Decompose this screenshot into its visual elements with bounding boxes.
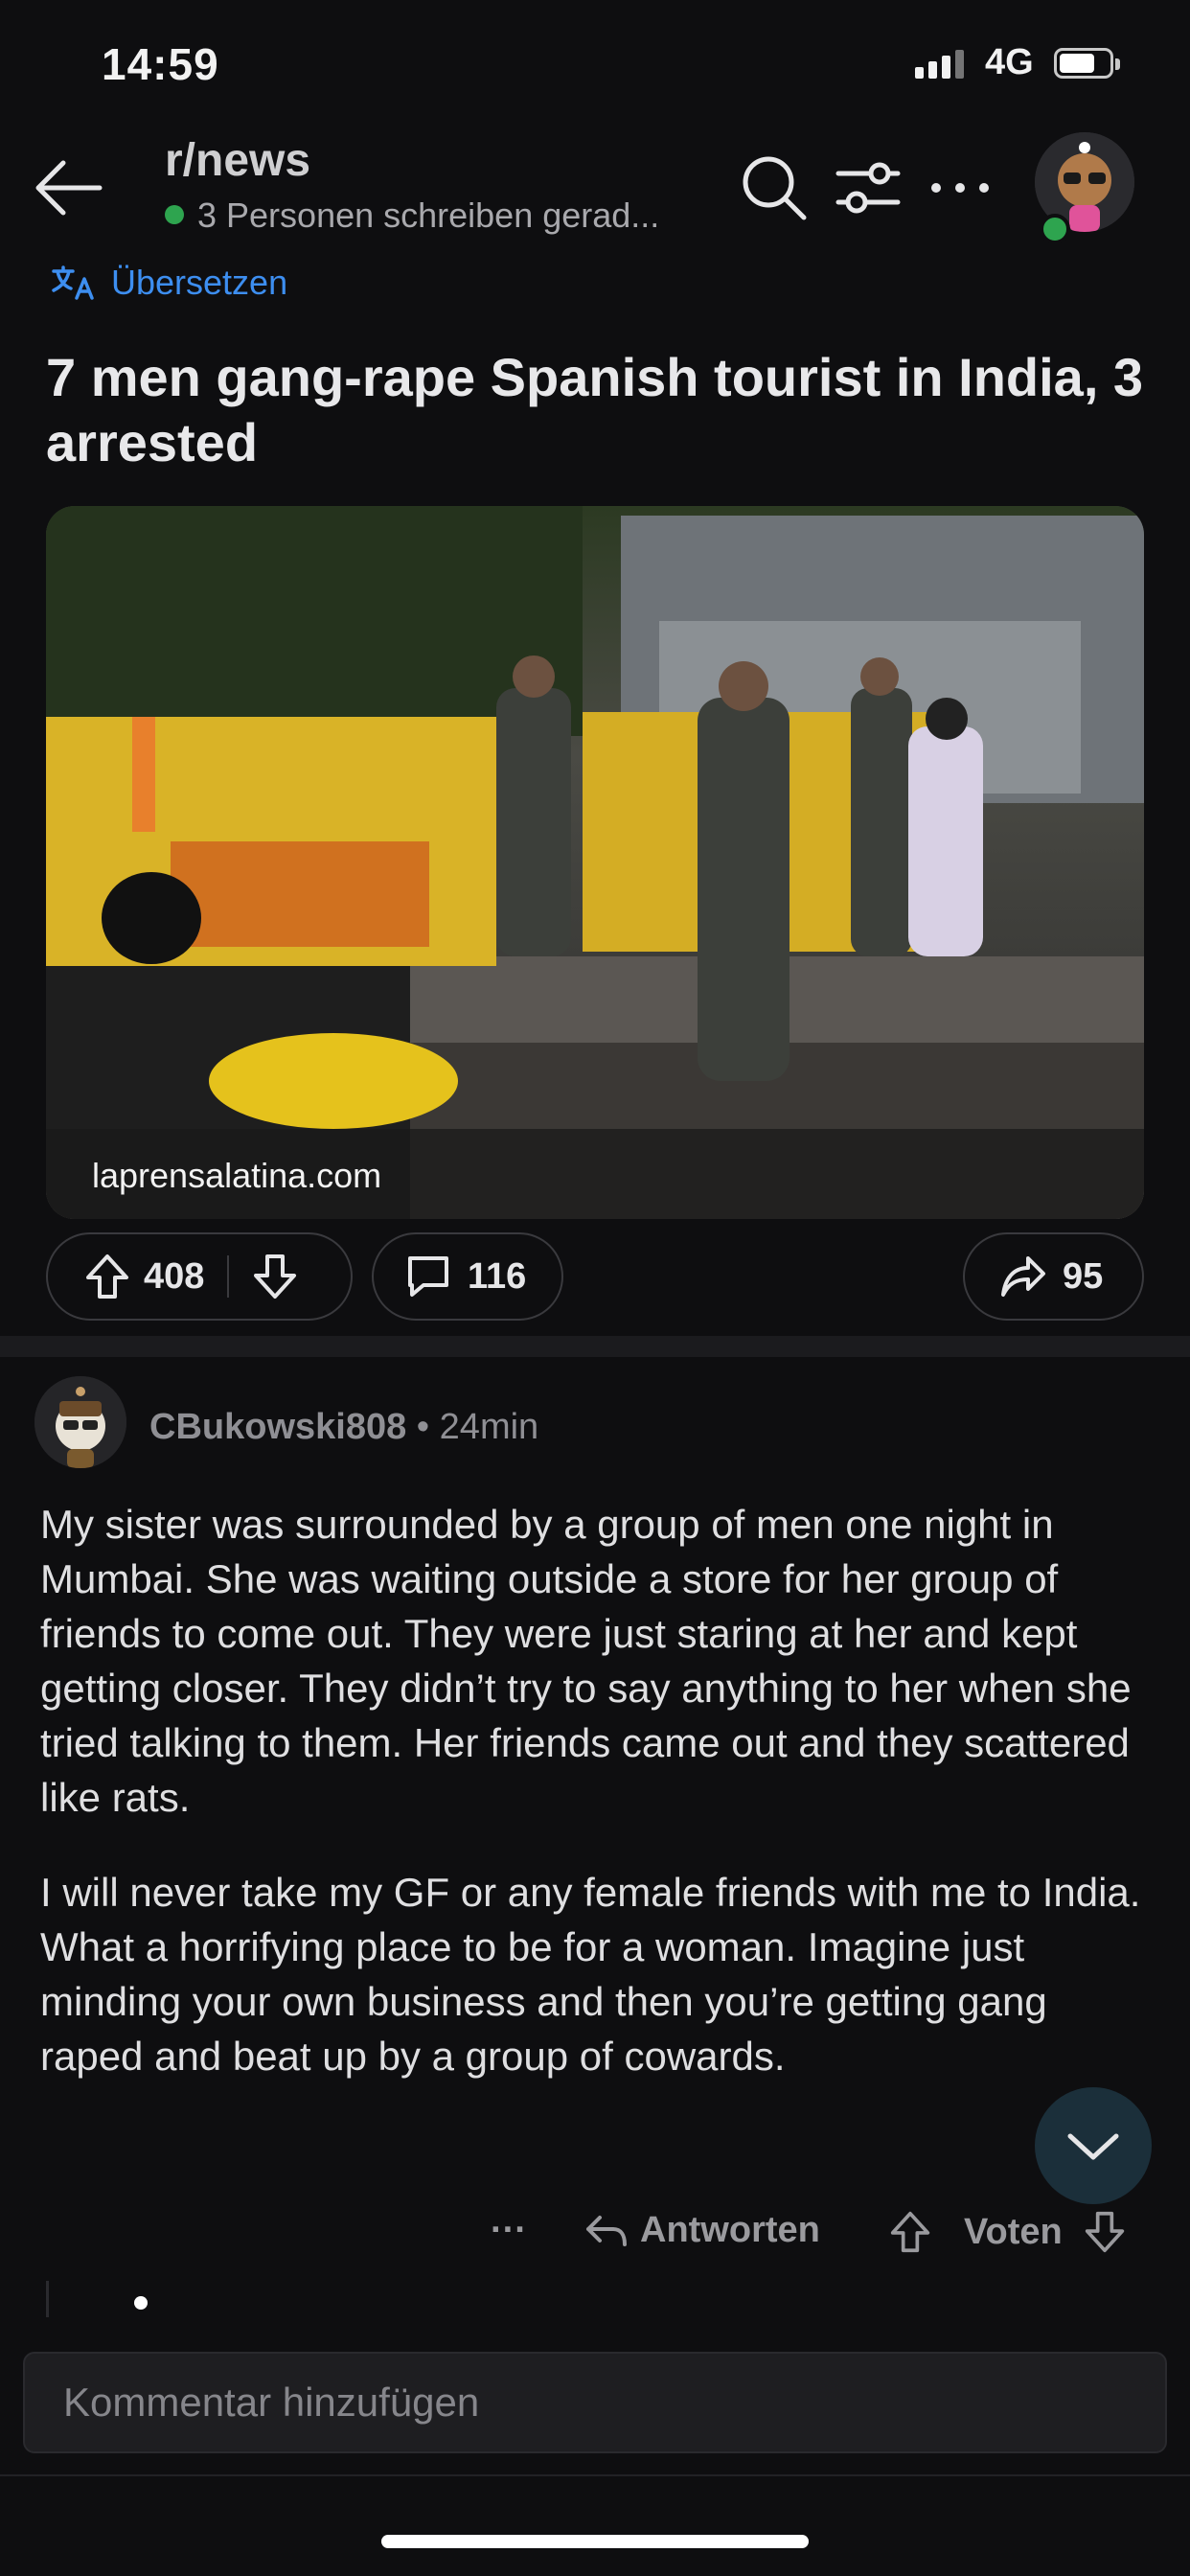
commenter-avatar[interactable] <box>34 1376 126 1468</box>
comment-meta: CBukowski808 • 24min <box>149 1407 538 1448</box>
comment-more-button[interactable]: ··· <box>491 2210 527 2251</box>
link-domain: laprensalatina.com <box>92 1156 382 1195</box>
reply-icon <box>586 2215 627 2246</box>
upvote-icon[interactable] <box>84 1253 130 1300</box>
comment-count: 116 <box>468 1255 527 1297</box>
comments-button[interactable]: 116 <box>372 1232 563 1321</box>
comment-icon <box>408 1256 448 1297</box>
back-button[interactable] <box>33 151 105 224</box>
comment-body: My sister was surrounded by a group of m… <box>40 1497 1152 2124</box>
reply-thread-line <box>46 2281 49 2319</box>
comment-paragraph: I will never take my GF or any female fr… <box>40 1870 1141 2079</box>
vote-divider <box>227 1255 230 1298</box>
bottom-divider <box>0 2474 1190 2476</box>
translate-button[interactable]: Übersetzen <box>50 263 287 303</box>
home-indicator[interactable] <box>381 2535 809 2548</box>
network-label: 4G <box>985 42 1034 82</box>
status-time: 14:59 <box>102 39 219 89</box>
downvote-icon[interactable] <box>1084 2210 1126 2254</box>
share-button[interactable]: 95 <box>963 1232 1144 1321</box>
meta-separator: • <box>416 1407 440 1447</box>
comment-paragraph: My sister was surrounded by a group of m… <box>40 1502 1132 1820</box>
comment-username[interactable]: CBukowski808 <box>149 1407 406 1447</box>
translate-icon <box>52 265 94 300</box>
comment-vote-control: Voten <box>889 2210 1126 2254</box>
next-comment-button[interactable] <box>1035 2087 1152 2204</box>
share-count: 95 <box>1063 1255 1104 1297</box>
vote-label: Voten <box>964 2211 1063 2252</box>
vote-count: 408 <box>144 1255 205 1297</box>
signal-icon <box>915 50 964 79</box>
more-options-button[interactable] <box>922 150 998 226</box>
chevron-down-icon <box>1067 2133 1119 2160</box>
share-icon <box>1001 1256 1045 1297</box>
reply-label: Antworten <box>640 2210 820 2250</box>
downvote-icon[interactable] <box>252 1253 298 1300</box>
upvote-icon[interactable] <box>889 2210 931 2254</box>
reply-button[interactable]: Antworten <box>584 2210 820 2251</box>
post-image[interactable]: laprensalatina.com <box>46 506 1144 1219</box>
search-icon <box>743 156 807 220</box>
typing-status: 3 Personen schreiben gerad... <box>197 196 660 235</box>
post-title[interactable]: 7 men gang-rape Spanish tourist in India… <box>46 345 1148 475</box>
subreddit-name[interactable]: r/news <box>165 134 310 187</box>
back-arrow-icon <box>35 160 103 216</box>
translate-label: Übersetzen <box>111 263 288 302</box>
news-photo <box>46 506 1144 1219</box>
more-icon <box>931 183 989 193</box>
link-source-bar[interactable]: laprensalatina.com <box>46 1129 1144 1219</box>
comment-age: 24min <box>439 1407 539 1447</box>
avatar-online-badge <box>1040 214 1070 244</box>
comment-input[interactable]: Kommentar hinzufügen <box>23 2352 1167 2453</box>
reply-indicator <box>134 2296 148 2310</box>
vote-control: 408 <box>46 1232 353 1321</box>
section-divider <box>0 1336 1190 1357</box>
online-indicator <box>165 205 184 224</box>
battery-icon <box>1054 48 1120 79</box>
filter-button[interactable] <box>830 150 906 226</box>
search-button[interactable] <box>736 150 812 226</box>
filter-icon <box>835 162 901 214</box>
